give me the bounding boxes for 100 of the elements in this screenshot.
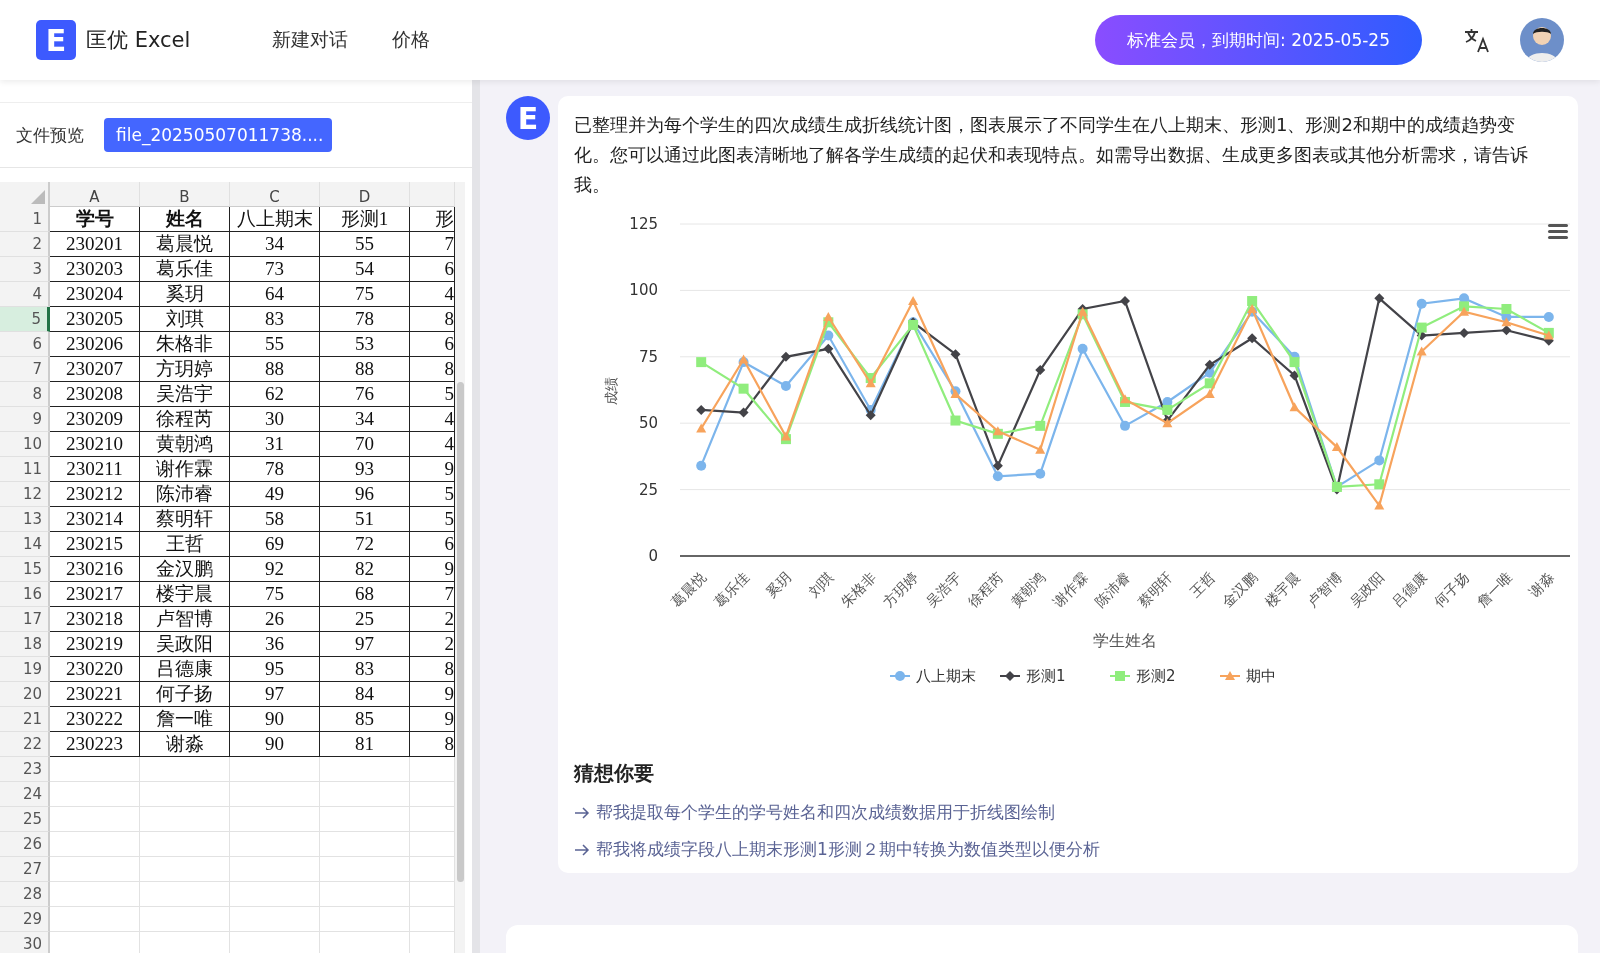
panel-resize-handle[interactable] [472, 80, 480, 953]
table-cell: 230222 [50, 707, 140, 732]
point [1501, 317, 1512, 327]
table-cell: 230209 [50, 407, 140, 432]
table-cell: 徐程芮 [140, 407, 230, 432]
table-cell: 88 [230, 357, 320, 382]
row-header[interactable]: 1 [0, 207, 50, 232]
row-header[interactable]: 2 [0, 232, 50, 257]
row-header[interactable]: 26 [0, 832, 50, 857]
table-cell: 黄朝鸿 [140, 432, 230, 457]
scrollbar-thumb[interactable] [457, 382, 464, 882]
row-header[interactable]: 9 [0, 407, 50, 432]
point [950, 415, 961, 426]
table-cell: 34 [320, 407, 410, 432]
point [1247, 296, 1258, 307]
select-all-corner[interactable] [0, 182, 50, 207]
table-cell: 230203 [50, 257, 140, 282]
membership-badge[interactable]: 标准会员，到期时间: 2025-05-25 [1095, 15, 1422, 65]
app-logo[interactable]: E [36, 20, 76, 60]
table-cell: 230201 [50, 232, 140, 257]
table-cell: 78 [230, 457, 320, 482]
y-tick-label: 0 [648, 547, 658, 565]
row-header[interactable]: 16 [0, 582, 50, 607]
column-header[interactable]: A [50, 182, 140, 207]
row-header[interactable]: 25 [0, 807, 50, 832]
x-tick-label: 蔡明轩 [1134, 568, 1176, 610]
row-header[interactable]: 13 [0, 507, 50, 532]
table-cell: 73 [230, 257, 320, 282]
point [1289, 357, 1300, 368]
row-header[interactable]: 22 [0, 732, 50, 757]
menu-icon[interactable] [1548, 224, 1568, 239]
row-header[interactable]: 14 [0, 532, 50, 557]
table-cell: 谢作霖 [140, 457, 230, 482]
legend-label[interactable]: 形测2 [1136, 667, 1176, 685]
table-cell: 78 [320, 307, 410, 332]
table-cell: 金汉鹏 [140, 557, 230, 582]
point [780, 431, 791, 441]
legend-marker-icon [999, 671, 1021, 681]
column-header[interactable]: C [230, 182, 320, 207]
row-header[interactable]: 15 [0, 557, 50, 582]
legend-label[interactable]: 期中 [1246, 667, 1276, 685]
column-header[interactable]: B [140, 182, 230, 207]
row-header[interactable]: 17 [0, 607, 50, 632]
column-header[interactable] [410, 182, 455, 207]
table-cell: 75 [320, 282, 410, 307]
row-header[interactable]: 29 [0, 907, 50, 932]
table-cell: 75 [230, 582, 320, 607]
row-header[interactable]: 21 [0, 707, 50, 732]
point [1331, 442, 1342, 452]
legend-label[interactable]: 形测1 [1026, 667, 1066, 685]
column-header[interactable]: D [320, 182, 410, 207]
table-cell: 230210 [50, 432, 140, 457]
row-header[interactable]: 19 [0, 657, 50, 682]
row-header[interactable]: 3 [0, 257, 50, 282]
row-header[interactable]: 23 [0, 757, 50, 782]
row-header[interactable]: 12 [0, 482, 50, 507]
user-avatar[interactable] [1520, 18, 1564, 62]
row-header[interactable]: 27 [0, 857, 50, 882]
x-tick-label: 金汉鹏 [1219, 568, 1261, 610]
point [1416, 322, 1427, 333]
row-header[interactable]: 11 [0, 457, 50, 482]
point [908, 296, 919, 306]
point [1459, 327, 1470, 338]
legend-label[interactable]: 八上期末 [916, 667, 976, 685]
y-axis-title: 成绩 [603, 377, 619, 406]
point [1035, 468, 1046, 479]
row-header[interactable]: 6 [0, 332, 50, 357]
row-header[interactable]: 24 [0, 782, 50, 807]
nav-link[interactable]: 新建对话 [272, 27, 349, 53]
suggestion-link[interactable]: 帮我将成绩字段八上期末形测1形测２期中转换为数值类型以便分析 [574, 838, 1544, 861]
table-cell: 69 [230, 532, 320, 557]
assistant-message: 已整理并为每个学生的四次成绩生成折线统计图，图表展示了不同学生在八上期末、形测1、形测2和期中的成绩趋势变化。您可以通过此图表清晰地了解各学生成绩的起伏和表现特点。如需导出数据、生成更多图表或其他分析需求，请告诉我。 [574, 113, 1529, 197]
table-cell: 230215 [50, 532, 140, 557]
row-header[interactable]: 28 [0, 882, 50, 907]
y-tick-label: 100 [629, 281, 658, 300]
row-header[interactable]: 8 [0, 382, 50, 407]
suggestions-title: 猜想你要 [574, 760, 655, 787]
table-cell: 方玥婷 [140, 357, 230, 382]
table-cell: 64 [230, 282, 320, 307]
row-header[interactable]: 7 [0, 357, 50, 382]
x-tick-label: 卢智博 [1304, 568, 1346, 610]
point [780, 381, 791, 392]
point [1247, 303, 1258, 313]
row-header[interactable]: 30 [0, 932, 50, 953]
nav-link[interactable]: 价格 [392, 27, 431, 53]
row-header[interactable]: 4 [0, 282, 50, 307]
point [1501, 325, 1512, 336]
table-cell: 230204 [50, 282, 140, 307]
table-cell: 学号 [50, 207, 140, 232]
point [1289, 370, 1300, 381]
suggestion-link[interactable]: 帮我提取每个学生的学号姓名和四次成绩数据用于折线图绘制 [574, 801, 1544, 824]
point [696, 460, 707, 471]
row-header[interactable]: 10 [0, 432, 50, 457]
table-cell: 53 [320, 332, 410, 357]
row-header[interactable]: 20 [0, 682, 50, 707]
row-header[interactable]: 5 [0, 307, 50, 332]
point [1035, 365, 1046, 376]
x-tick-label: 葛乐佳 [710, 568, 752, 610]
row-header[interactable]: 18 [0, 632, 50, 657]
file-tab[interactable]: file_20250507011738.... [104, 118, 332, 152]
